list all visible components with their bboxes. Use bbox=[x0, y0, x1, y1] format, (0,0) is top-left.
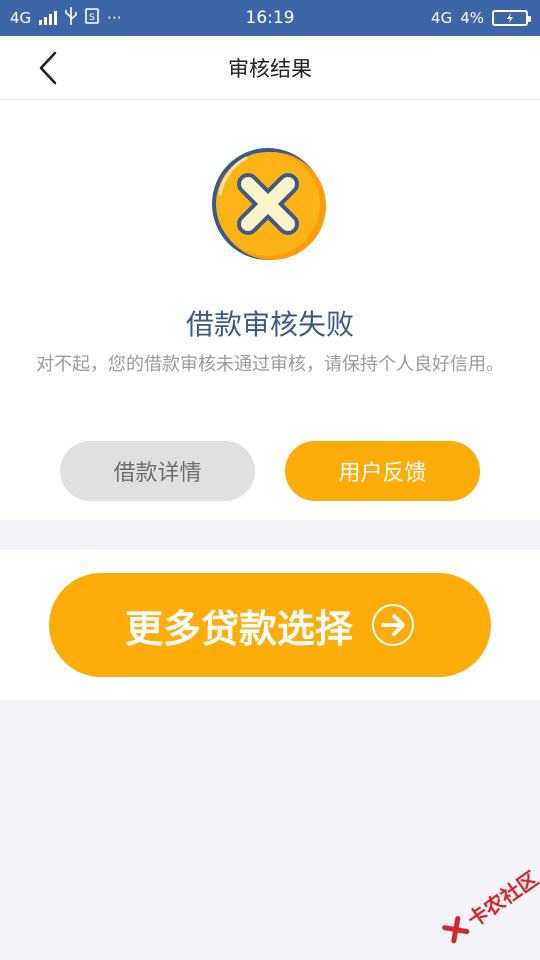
more-loans-label: 更多贷款选择 bbox=[124, 606, 353, 651]
arrow-right-circle-icon bbox=[372, 604, 414, 646]
watermark-logo: 卡农社区 bbox=[432, 853, 540, 957]
status-bar: 4G S ··· 16:19 4G 4% bbox=[0, 0, 540, 36]
watermark-text: 卡农社区 bbox=[462, 865, 540, 932]
user-feedback-button[interactable]: 用户反馈 bbox=[285, 441, 480, 501]
page-title: 审核结果 bbox=[228, 57, 312, 81]
battery-icon bbox=[492, 10, 531, 26]
result-description: 对不起，您的借款审核未通过审核，请保持个人良好信用。 bbox=[36, 354, 504, 375]
result-title: 借款审核失败 bbox=[185, 308, 354, 341]
network-label-right: 4G bbox=[431, 9, 453, 27]
more-loans-section: 更多贷款选择 bbox=[0, 550, 540, 700]
result-card: 借款审核失败 对不起，您的借款审核未通过审核，请保持个人良好信用。 借款详情 用… bbox=[0, 100, 540, 520]
battery-percent: 4% bbox=[460, 9, 484, 27]
more-loans-button[interactable]: 更多贷款选择 bbox=[49, 573, 491, 677]
nav-bar: 审核结果 bbox=[0, 36, 540, 100]
loan-detail-button[interactable]: 借款详情 bbox=[60, 441, 255, 501]
status-right: 4G 4% bbox=[431, 0, 531, 36]
fail-x-icon bbox=[212, 148, 326, 260]
